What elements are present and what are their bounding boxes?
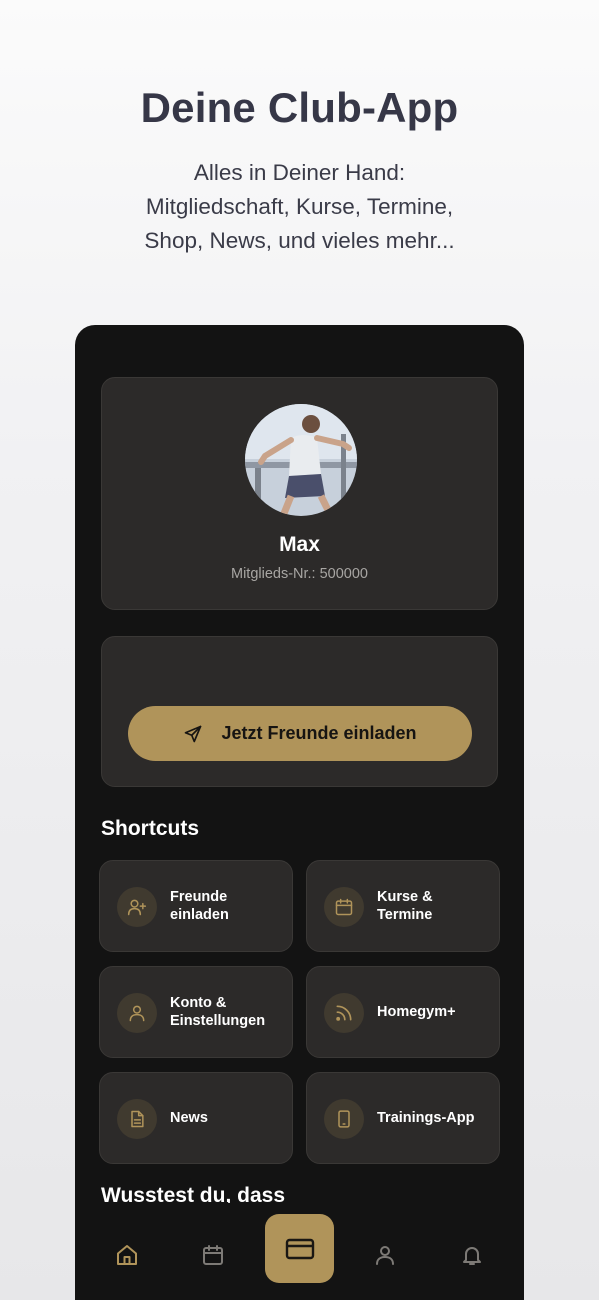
- shortcut-label: Termine: [377, 907, 433, 923]
- shortcut-label: Freunde: [170, 889, 228, 905]
- subtitle-line: Mitgliedschaft, Kurse, Termine,: [145, 194, 454, 219]
- phone-screen: Max Mitglieds-Nr.: 500000 Jetzt Freunde …: [75, 325, 524, 1300]
- send-icon: [185, 725, 202, 742]
- invite-button-label: Jetzt Freunde einladen: [221, 723, 417, 743]
- subtitle-line: Shop, News, und vieles mehr...: [144, 228, 455, 253]
- subtitle-line: Alles in Deiner Hand:: [193, 160, 406, 185]
- shortcuts-title: Shortcuts: [101, 817, 200, 840]
- smartphone-icon: [338, 1110, 350, 1128]
- card-icon: [285, 1238, 314, 1259]
- shortcut-invite-friends[interactable]: Freunde einladen: [99, 860, 293, 952]
- shortcut-label: Kurse &: [377, 889, 433, 905]
- shortcut-training-app[interactable]: Trainings-App: [306, 1072, 500, 1164]
- user-icon: [376, 1246, 394, 1265]
- shortcut-label: Konto &: [170, 995, 227, 1011]
- shortcut-label: Trainings-App: [377, 1110, 475, 1126]
- shortcut-courses[interactable]: Kurse & Termine: [306, 860, 500, 952]
- bell-icon: [463, 1247, 481, 1265]
- user-plus-icon: [127, 899, 147, 916]
- profile-name: Max: [279, 533, 320, 556]
- calendar-icon: [203, 1245, 223, 1265]
- shortcut-homegym[interactable]: Homegym+: [306, 966, 500, 1058]
- document-icon: [131, 1110, 144, 1128]
- invite-card: Jetzt Freunde einladen: [101, 636, 498, 787]
- page-title: Deine Club-App: [140, 84, 459, 131]
- nav-profile[interactable]: [367, 1237, 403, 1273]
- nav-notifications[interactable]: [454, 1237, 490, 1273]
- nav-membership-card[interactable]: [265, 1214, 334, 1283]
- shortcut-label: Einstellungen: [170, 1013, 266, 1029]
- nav-calendar[interactable]: [195, 1237, 231, 1273]
- home-icon: [117, 1245, 137, 1265]
- profile-card[interactable]: Max Mitglieds-Nr.: 500000: [101, 377, 498, 610]
- shortcut-label: einladen: [170, 907, 229, 923]
- page-subtitle: Alles in Deiner Hand: Mitgliedschaft, Ku…: [0, 156, 599, 258]
- nav-home[interactable]: [109, 1237, 145, 1273]
- shortcut-label: News: [170, 1110, 208, 1126]
- invite-friends-button[interactable]: Jetzt Freunde einladen: [128, 706, 472, 761]
- calendar-icon: [335, 898, 353, 916]
- shortcut-news[interactable]: News: [99, 1072, 293, 1164]
- avatar[interactable]: [245, 404, 357, 516]
- member-number: Mitglieds-Nr.: 500000: [230, 566, 368, 582]
- shortcut-account-settings[interactable]: Konto & Einstellungen: [99, 966, 293, 1058]
- bottom-nav: [75, 1203, 524, 1300]
- user-icon: [129, 1005, 145, 1022]
- rss-icon: [336, 1005, 352, 1021]
- shortcut-label: Homegym+: [377, 1004, 456, 1020]
